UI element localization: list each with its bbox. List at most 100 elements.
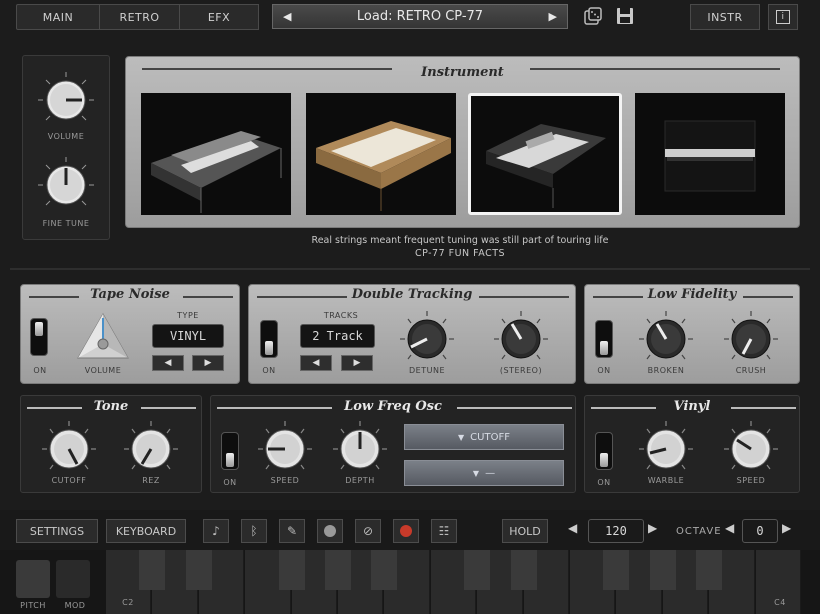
black-key[interactable] (464, 550, 491, 590)
tab-efx[interactable]: EFX (179, 4, 259, 30)
black-key[interactable] (371, 550, 398, 590)
volume-label: VOLUME (47, 132, 85, 141)
double-tracking-toggle[interactable] (260, 320, 278, 358)
low-fidelity-on-label: ON (597, 366, 611, 375)
lfo-speed-knob[interactable] (256, 420, 314, 478)
mod-label: MOD (64, 601, 86, 610)
black-key[interactable] (139, 550, 166, 590)
bluetooth-icon: ᛒ (250, 524, 258, 538)
rez-label: REZ (142, 476, 160, 485)
chevron-down-icon: ▼ (472, 468, 480, 478)
fine-tune-knob[interactable] (36, 155, 96, 215)
double-tracking-on-label: ON (262, 366, 276, 375)
mod-wheel[interactable] (56, 560, 90, 598)
record-icon (400, 525, 412, 537)
tab-main[interactable]: MAIN (16, 4, 100, 30)
chevron-down-icon: ▼ (458, 432, 465, 442)
triangle-right-icon: ▶ (353, 358, 361, 368)
lfo-on-label: ON (223, 478, 237, 487)
instrument-button[interactable]: INSTR (690, 4, 760, 30)
warble-knob[interactable] (637, 420, 695, 478)
metronome-button[interactable]: ♪ (203, 519, 229, 543)
black-key[interactable] (603, 550, 630, 590)
keyboard-toggle-button[interactable]: ☷ (431, 519, 457, 543)
black-key[interactable] (510, 550, 537, 590)
edit-button[interactable]: ✎ (279, 519, 305, 543)
triangle-left-icon: ◀ (312, 358, 320, 368)
triangle-right-icon[interactable]: ▶ (549, 10, 557, 23)
lfo-toggle[interactable] (221, 432, 239, 470)
black-key[interactable] (696, 550, 723, 590)
tape-noise-volume-knob[interactable] (74, 310, 132, 364)
octave-display: 0 (742, 519, 778, 543)
type-next-button[interactable]: ▶ (192, 355, 224, 371)
noise-type-display: VINYL (152, 324, 224, 348)
lfo-target-value: CUTOFF (470, 431, 510, 443)
rez-knob[interactable] (122, 420, 180, 478)
double-tracking-title: Double Tracking (351, 287, 473, 302)
triangle-left-icon: ◀ (164, 358, 172, 368)
octave-label: OCTAVE (676, 526, 722, 537)
instrument-thumb-upright-piano[interactable] (635, 93, 785, 215)
vinyl-speed-knob[interactable] (722, 420, 780, 478)
bluetooth-button[interactable]: ᛒ (241, 519, 267, 543)
tempo-down-button[interactable]: ◀ (568, 521, 582, 541)
triangle-left-icon[interactable]: ◀ (283, 10, 291, 23)
stop-button[interactable]: ⊘ (355, 519, 381, 543)
type-prev-button[interactable]: ◀ (152, 355, 184, 371)
divider (10, 268, 810, 270)
octave-down-button[interactable]: ◀ (725, 521, 739, 541)
tracks-display: 2 Track (300, 324, 375, 348)
settings-button[interactable]: SETTINGS (16, 519, 98, 543)
instrument-thumb-electric-grand-piano[interactable] (468, 93, 622, 215)
broken-knob[interactable] (637, 310, 695, 368)
triangle-right-icon: ▶ (204, 358, 212, 368)
pitch-wheel[interactable] (16, 560, 50, 598)
vinyl-toggle[interactable] (595, 432, 613, 470)
octave-up-button[interactable]: ▶ (782, 521, 796, 541)
low-fidelity-toggle[interactable] (595, 320, 613, 358)
circle-button[interactable] (317, 519, 343, 543)
warble-label: WARBLE (647, 476, 685, 485)
fun-fact-caption: CP-77 FUN FACTS (414, 248, 506, 259)
floppy-disk-icon[interactable] (614, 5, 636, 27)
broken-label: BROKEN (647, 366, 685, 375)
type-label: TYPE (177, 311, 199, 320)
stereo-knob[interactable] (492, 310, 550, 368)
lfo-depth-knob[interactable] (331, 420, 389, 478)
crush-knob[interactable] (722, 310, 780, 368)
circle-icon (324, 525, 336, 537)
detune-knob[interactable] (398, 310, 456, 368)
vinyl-on-label: ON (597, 478, 611, 487)
black-key[interactable] (325, 550, 351, 590)
tape-noise-toggle[interactable] (30, 318, 48, 356)
black-key[interactable] (278, 550, 305, 590)
info-button[interactable]: i (768, 4, 798, 30)
instrument-thumb-electric-piano-black[interactable] (141, 93, 291, 215)
instrument-thumb-electric-piano-tan[interactable] (306, 93, 456, 215)
black-key[interactable] (185, 550, 212, 590)
keyboard-icon: ☷ (438, 524, 450, 538)
preset-load-bar[interactable]: ◀ Load: RETRO CP-77 ▶ (272, 4, 568, 29)
volume-knob[interactable] (36, 70, 96, 130)
tape-noise-volume-label: VOLUME (84, 366, 122, 375)
fun-fact-text: Real strings meant frequent tuning was s… (311, 235, 609, 246)
tempo-up-button[interactable]: ▶ (648, 521, 662, 541)
keyboard-button[interactable]: KEYBOARD (106, 519, 186, 543)
lfo-depth-label: DEPTH (345, 476, 375, 485)
hold-button[interactable]: HOLD (502, 519, 548, 543)
tracks-prev-button[interactable]: ◀ (300, 355, 332, 371)
dice-icon[interactable] (582, 6, 604, 28)
fine-tune-label: FINE TUNE (42, 219, 90, 228)
cutoff-knob[interactable] (40, 420, 98, 478)
lfo-shape-select[interactable]: ▼ — (404, 460, 564, 486)
lfo-target-select[interactable]: ▼ CUTOFF (404, 424, 564, 450)
pitch-label: PITCH (20, 601, 46, 610)
tone-title: Tone (93, 399, 129, 414)
tempo-display: 120 (588, 519, 644, 543)
c4-label: C4 (774, 598, 786, 607)
tab-retro[interactable]: RETRO (99, 4, 180, 30)
record-button[interactable] (393, 519, 419, 543)
black-key[interactable] (649, 550, 676, 590)
tracks-next-button[interactable]: ▶ (341, 355, 373, 371)
